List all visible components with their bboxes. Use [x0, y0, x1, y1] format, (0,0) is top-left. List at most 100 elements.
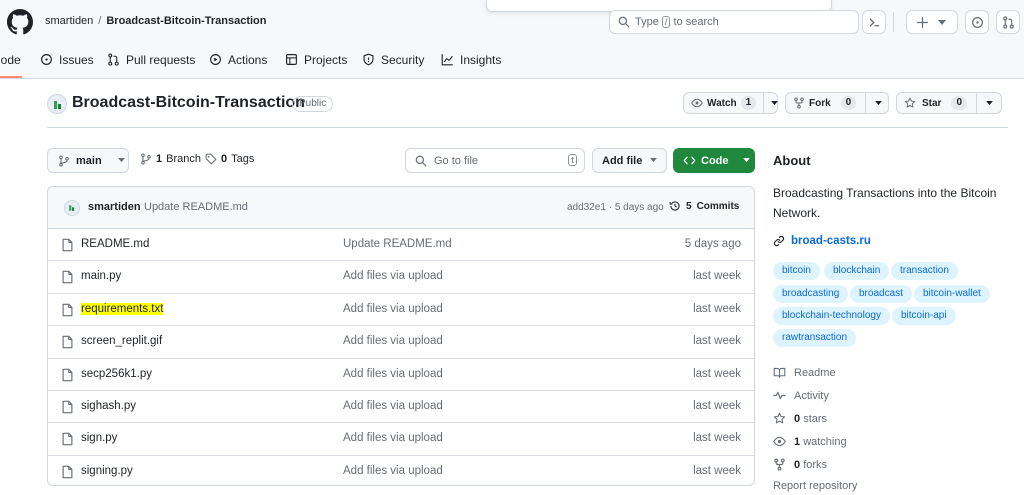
tags-link[interactable]: 0 Tags	[205, 153, 254, 165]
commit-message[interactable]: Update README.md	[144, 201, 248, 213]
watch-button[interactable]: Watch 1	[683, 92, 779, 114]
breadcrumb-separator: /	[98, 15, 102, 27]
watch-button-main[interactable]: Watch 1	[684, 93, 763, 113]
table-row[interactable]: sign.py Add files via upload last week	[48, 423, 754, 456]
table-icon	[285, 53, 298, 66]
breadcrumb-owner[interactable]: smartiden	[45, 15, 93, 27]
tab-security[interactable]: Security	[362, 50, 424, 78]
file-icon	[61, 432, 74, 446]
table-row[interactable]: sighash.py Add files via upload last week	[48, 391, 754, 424]
forks-link[interactable]: 0 forks	[773, 458, 827, 471]
add-file-label: Add file	[602, 154, 643, 167]
watching-link[interactable]: 1 watching	[773, 435, 847, 448]
file-name[interactable]: screen_replit.gif	[81, 335, 162, 347]
file-name[interactable]: main.py	[81, 270, 121, 282]
file-commit-message[interactable]: Update README.md	[343, 238, 452, 250]
eye-icon	[691, 97, 703, 109]
fork-label: Fork	[809, 97, 831, 109]
repo-title[interactable]: Broadcast-Bitcoin-Transaction	[72, 94, 305, 112]
topic-tag[interactable]: broadcasting	[773, 285, 849, 303]
topic-tag[interactable]: bitcoin	[773, 262, 820, 280]
table-row[interactable]: secp256k1.py Add files via upload last wee…	[48, 359, 754, 391]
repo-owner-avatar[interactable]	[47, 94, 67, 114]
file-commit-message[interactable]: Add files via upload	[343, 303, 443, 315]
code-label: Code	[701, 154, 729, 167]
fork-button[interactable]: Fork 0	[785, 92, 889, 114]
topic-tag[interactable]: blockchain	[824, 262, 890, 280]
star-button[interactable]: Star 0	[896, 92, 1002, 114]
stars-count: 0	[794, 412, 801, 425]
file-commit-message[interactable]: Add files via upload	[343, 465, 443, 477]
table-row[interactable]: signing.py Add files via upload last week	[48, 456, 754, 485]
avatar[interactable]	[64, 200, 80, 216]
pulse-icon	[773, 389, 786, 402]
issues-icon	[971, 16, 984, 29]
commit-sha-time[interactable]: add32e1 · 5 days ago	[567, 202, 664, 213]
stars-link[interactable]: 0 stars	[773, 412, 827, 425]
tab-projects[interactable]: Projects	[285, 50, 347, 78]
file-commit-message[interactable]: Add files via upload	[343, 335, 443, 347]
tab-projects-label: Projects	[304, 53, 348, 67]
file-name[interactable]: requirements.txt	[81, 302, 164, 315]
watch-dropdown[interactable]	[763, 93, 785, 113]
pull-requests-button[interactable]	[996, 10, 1020, 34]
branches-link[interactable]: 1 Branch	[140, 153, 201, 165]
star-label: Star	[922, 97, 942, 109]
watching-count: 1	[794, 435, 801, 448]
tab-insights[interactable]: Insights	[441, 50, 501, 78]
create-new-button[interactable]	[906, 10, 958, 34]
file-name[interactable]: sign.py	[81, 432, 117, 444]
file-commit-message[interactable]: Add files via upload	[343, 400, 443, 412]
branch-selector[interactable]: main	[47, 148, 129, 173]
issues-button[interactable]	[965, 10, 989, 34]
commits-link[interactable]: 5 Commits	[669, 200, 739, 212]
code-button[interactable]: Code	[673, 148, 755, 173]
search-icon	[415, 155, 427, 167]
tab-issues-label: Issues	[59, 53, 94, 67]
issue-opened-icon	[40, 53, 53, 66]
tab-issues[interactable]: Issues	[40, 50, 94, 78]
report-repository-link[interactable]: Report repository	[773, 480, 857, 492]
terminal-icon	[868, 16, 881, 29]
commit-author[interactable]: smartiden	[88, 201, 141, 213]
search-input[interactable]: Type / to search	[609, 10, 859, 34]
tab-actions[interactable]: Actions	[209, 50, 267, 78]
table-row[interactable]: screen_replit.gif Add files via upload las…	[48, 326, 754, 359]
file-name[interactable]: sighash.py	[81, 400, 136, 412]
file-name[interactable]: signing.py	[81, 465, 133, 477]
topic-tag[interactable]: transaction	[891, 262, 958, 280]
command-palette-button[interactable]	[862, 10, 886, 34]
star-dropdown[interactable]	[976, 93, 1002, 113]
topic-tag[interactable]: broadcast	[850, 285, 912, 303]
table-row[interactable]: requirements.txt Add files via upload last…	[48, 294, 754, 327]
tab-pull-requests[interactable]: Pull requests	[107, 50, 195, 78]
chevron-down-icon	[117, 158, 125, 163]
book-icon	[773, 366, 786, 379]
file-list: smartiden Update README.md add32e1 · 5 d…	[47, 186, 755, 486]
file-icon	[61, 238, 74, 252]
table-row[interactable]: main.py Add files via upload last week	[48, 261, 754, 294]
readme-link[interactable]: Readme	[773, 366, 836, 379]
star-button-main[interactable]: Star 0	[897, 93, 976, 113]
search-prefix: Type	[635, 16, 659, 28]
breadcrumb-repo[interactable]: Broadcast-Bitcoin-Transaction	[106, 15, 266, 27]
topic-tag[interactable]: bitcoin-wallet	[914, 285, 990, 303]
file-commit-message[interactable]: Add files via upload	[343, 270, 443, 282]
fork-button-main[interactable]: Fork 0	[786, 93, 865, 113]
fork-dropdown[interactable]	[865, 93, 891, 113]
file-name[interactable]: README.md	[81, 238, 149, 250]
add-file-button[interactable]: Add file	[592, 148, 667, 173]
file-commit-message[interactable]: Add files via upload	[343, 432, 443, 444]
file-name[interactable]: secp256k1.py	[81, 368, 152, 380]
go-to-file-input[interactable]: Go to file t	[405, 148, 585, 173]
activity-link[interactable]: Activity	[773, 389, 829, 402]
tab-code[interactable]: Code	[0, 50, 22, 78]
topic-tag[interactable]: rawtransaction	[773, 329, 857, 347]
file-commit-message[interactable]: Add files via upload	[343, 368, 443, 380]
github-logo-icon[interactable]	[7, 9, 33, 35]
history-icon	[669, 200, 681, 212]
topic-tag[interactable]: bitcoin-api	[892, 307, 956, 325]
website-link[interactable]: broad-casts.ru	[773, 235, 871, 247]
table-row[interactable]: README.md Update README.md 5 days ago	[48, 229, 754, 262]
topic-tag[interactable]: blockchain-technology	[773, 307, 890, 325]
